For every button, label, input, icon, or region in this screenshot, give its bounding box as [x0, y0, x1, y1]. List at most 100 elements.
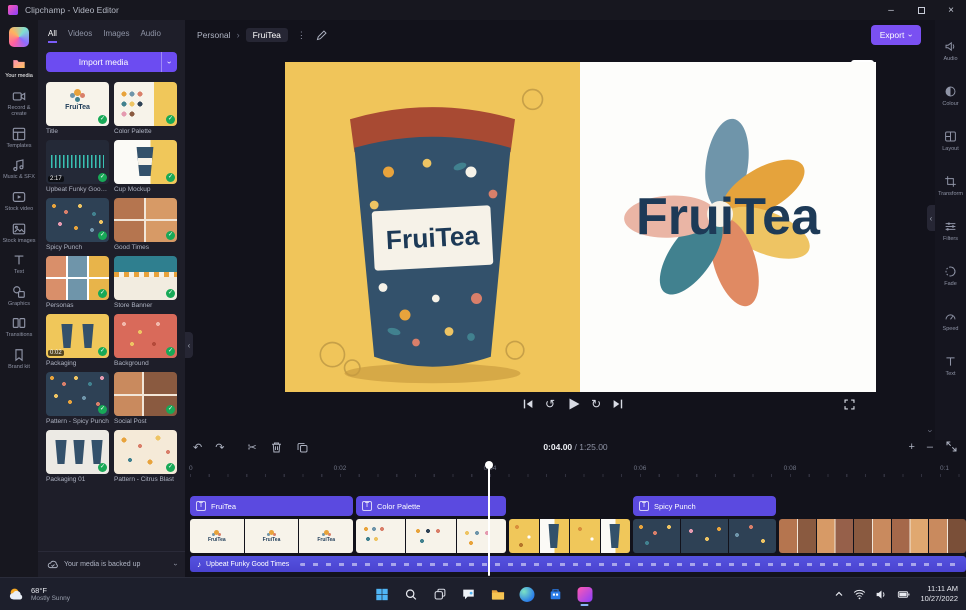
- sidebar-item-text[interactable]: Text: [0, 248, 38, 280]
- tab-images[interactable]: Images: [103, 29, 129, 43]
- import-media-dropdown[interactable]: ›: [161, 52, 177, 72]
- export-button[interactable]: Export ›: [871, 25, 921, 45]
- video-clip-cup-mockup[interactable]: [509, 519, 630, 553]
- sidebar-item-music-sfx[interactable]: Music & SFX: [0, 153, 38, 185]
- media-thumbnail: ✓: [114, 430, 177, 474]
- video-frame-thumbnail: [540, 519, 570, 553]
- panel-item-transform[interactable]: Transform: [935, 163, 966, 208]
- timeline-collapse-icon[interactable]: ›: [926, 430, 936, 433]
- breadcrumb-project-name[interactable]: FruiTea: [246, 28, 288, 42]
- panel-item-audio[interactable]: Audio: [935, 28, 966, 73]
- sidebar-item-your-media[interactable]: Your media: [0, 52, 38, 84]
- panel-item-colour[interactable]: Colour: [935, 73, 966, 118]
- more-options-icon[interactable]: ⋮: [297, 30, 306, 41]
- split-button[interactable]: ✂: [247, 441, 256, 454]
- skip-to-end-button[interactable]: [611, 397, 625, 411]
- skip-to-start-button[interactable]: [521, 397, 535, 411]
- zoom-to-fit-button[interactable]: [945, 440, 958, 453]
- edge-button[interactable]: [516, 583, 538, 605]
- cup-graphic: [135, 147, 155, 176]
- search-button[interactable]: [400, 583, 422, 605]
- expand-properties-handle[interactable]: ‹: [927, 205, 935, 231]
- image-icon: [12, 222, 26, 236]
- media-item-packaging-01[interactable]: ✓ Packaging 01: [46, 430, 109, 483]
- media-thumbnail: ✓: [46, 372, 109, 416]
- backup-status-bar[interactable]: Your media is backed up ›: [38, 551, 185, 577]
- synced-badge: ✓: [98, 289, 107, 298]
- media-item-packaging[interactable]: 0:02 ✓ Packaging: [46, 314, 109, 367]
- media-item-background[interactable]: ✓ Background: [114, 314, 177, 367]
- sidebar-item-transitions[interactable]: Transitions: [0, 311, 38, 343]
- tray-time: 11:11 AM: [920, 584, 958, 594]
- tab-all[interactable]: All: [48, 29, 57, 43]
- fullscreen-button[interactable]: [843, 398, 856, 411]
- media-item-cup-mockup[interactable]: ✓ Cup Mockup: [114, 140, 177, 193]
- media-item-pattern-citrus-blast[interactable]: ✓ Pattern - Citrus Blast: [114, 430, 177, 483]
- media-item-social-post[interactable]: ✓ Social Post: [114, 372, 177, 425]
- text-clip-color-palette[interactable]: Color Palette: [356, 496, 506, 516]
- edit-project-icon[interactable]: [315, 29, 328, 42]
- media-item-spicy-punch[interactable]: ✓ Spicy Punch: [46, 198, 109, 251]
- media-item-upbeat-funky[interactable]: 2:17 ✓ Upbeat Funky Good Tim...: [46, 140, 109, 193]
- panel-item-fade[interactable]: Fade: [935, 253, 966, 298]
- sidebar-item-templates[interactable]: Templates: [0, 122, 38, 154]
- hidden-icons-button[interactable]: [834, 589, 844, 599]
- battery-button[interactable]: [897, 588, 911, 601]
- video-clip-title[interactable]: FruiTea FruiTea FruiTea: [190, 519, 353, 553]
- zoom-out-button[interactable]: –: [927, 441, 933, 453]
- clipchamp-taskbar-button[interactable]: [574, 583, 596, 605]
- fast-forward-button[interactable]: ↻: [591, 397, 601, 411]
- tab-audio[interactable]: Audio: [140, 29, 160, 43]
- synced-badge: ✓: [98, 347, 107, 356]
- audio-track-clip[interactable]: ♪ Upbeat Funky Good Times: [190, 556, 966, 572]
- close-button[interactable]: ×: [936, 0, 966, 20]
- timeline-ruler[interactable]: 0 0:02 0:04 0:06 0:08 0:1: [190, 465, 966, 477]
- collapse-media-panel-handle[interactable]: ‹: [185, 332, 193, 358]
- rewind-button[interactable]: ↺: [545, 397, 555, 411]
- media-item-good-times[interactable]: ✓ Good Times: [114, 198, 177, 251]
- weather-widget[interactable]: 68°F Mostly Sunny: [0, 586, 160, 603]
- file-explorer-button[interactable]: [487, 583, 509, 605]
- import-media-button[interactable]: Import media: [46, 52, 161, 72]
- video-clip-color-palette[interactable]: [356, 519, 506, 553]
- task-view-button[interactable]: [429, 583, 451, 605]
- redo-button[interactable]: ↷: [215, 441, 224, 454]
- sidebar-item-stock-images[interactable]: Stock images: [0, 217, 38, 249]
- undo-button[interactable]: ↶: [193, 441, 202, 454]
- play-button[interactable]: [565, 396, 581, 412]
- minimize-button[interactable]: –: [876, 0, 906, 20]
- video-preview[interactable]: FruiTea FruiTea: [285, 62, 876, 392]
- duplicate-button[interactable]: [296, 441, 309, 454]
- panel-item-text[interactable]: Text: [935, 343, 966, 388]
- panel-item-layout[interactable]: Layout: [935, 118, 966, 163]
- text-clip-spicy-punch[interactable]: Spicy Punch: [633, 496, 776, 516]
- delete-button[interactable]: [270, 441, 283, 454]
- clock[interactable]: 11:11 AM 10/27/2022: [920, 584, 958, 604]
- microsoft-store-button[interactable]: [545, 583, 567, 605]
- maximize-button[interactable]: [906, 0, 936, 20]
- sidebar-item-brand-kit[interactable]: Brand kit: [0, 343, 38, 375]
- media-item-personas[interactable]: ✓ Personas: [46, 256, 109, 309]
- chat-button[interactable]: [458, 583, 480, 605]
- sidebar-item-graphics[interactable]: Graphics: [0, 280, 38, 312]
- zoom-in-button[interactable]: +: [908, 441, 914, 453]
- sidebar-item-record-create[interactable]: Record & create: [0, 84, 38, 122]
- bookmark-icon: [12, 348, 26, 362]
- network-button[interactable]: [853, 588, 866, 601]
- volume-button[interactable]: [875, 588, 888, 601]
- sidebar-item-stock-video[interactable]: Stock video: [0, 185, 38, 217]
- video-clip-good-times[interactable]: [779, 519, 966, 553]
- playhead[interactable]: [488, 463, 490, 576]
- text-clip-fruitea[interactable]: FruiTea: [190, 496, 353, 516]
- media-item-store-banner[interactable]: ✓ Store Banner: [114, 256, 177, 309]
- tab-videos[interactable]: Videos: [68, 29, 92, 43]
- panel-item-filters[interactable]: Filters: [935, 208, 966, 253]
- synced-badge: ✓: [166, 173, 175, 182]
- breadcrumb-home[interactable]: Personal: [197, 30, 231, 40]
- start-button[interactable]: [371, 583, 393, 605]
- panel-item-speed[interactable]: Speed: [935, 298, 966, 343]
- media-item-title[interactable]: FruiTea ✓ Title: [46, 82, 109, 135]
- media-item-color-palette[interactable]: ✓ Color Palette: [114, 82, 177, 135]
- media-item-pattern-spicy-punch[interactable]: ✓ Pattern - Spicy Punch: [46, 372, 109, 425]
- video-clip-spicy-punch[interactable]: [633, 519, 776, 553]
